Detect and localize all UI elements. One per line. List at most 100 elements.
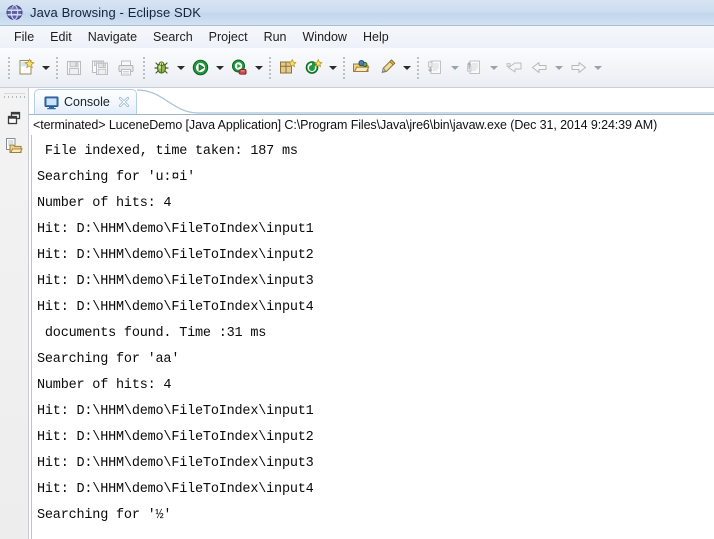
back-dropdown-arrow[interactable]: [552, 55, 565, 81]
close-x-icon: [118, 97, 129, 107]
toolbar-group-file: [61, 55, 139, 81]
search-dropdown-arrow[interactable]: [400, 55, 413, 81]
forward-dropdown-arrow[interactable]: [591, 55, 604, 81]
printer-icon: [118, 60, 134, 75]
console-line: Hit: D:\HHM\demo\FileToIndex\input3: [37, 456, 314, 471]
back-arrow-icon: [531, 62, 546, 73]
restore-view-button[interactable]: [2, 106, 27, 131]
restore-window-icon: [7, 111, 20, 125]
console-line: Hit: D:\HHM\demo\FileToIndex\input4: [37, 482, 314, 497]
window-titlebar: Java Browsing - Eclipse SDK: [0, 0, 714, 26]
console-line: Hit: D:\HHM\demo\FileToIndex\input1: [37, 404, 314, 419]
main-toolbar: [0, 48, 714, 88]
previous-annotation-dropdown-arrow[interactable]: [487, 55, 500, 81]
menu-search[interactable]: Search: [145, 29, 201, 46]
console-line: Hit: D:\HHM\demo\FileToIndex\input4: [37, 300, 314, 315]
console-launch-label: <terminated> LuceneDemo [Java Applicatio…: [33, 118, 658, 132]
tab-console[interactable]: Console: [34, 89, 137, 114]
next-annotation-button[interactable]: [422, 55, 448, 81]
workbench-area: Console <terminated> LuceneDemo [Java Ap…: [0, 88, 714, 539]
console-launch-header: <terminated> LuceneDemo [Java Applicatio…: [29, 114, 714, 135]
open-type-button[interactable]: [348, 55, 374, 81]
eclipse-globe-icon: [6, 4, 23, 21]
save-button[interactable]: [61, 55, 87, 81]
new-java-package-button[interactable]: [274, 55, 300, 81]
console-line: documents found. Time :31 ms: [37, 326, 267, 341]
menu-file[interactable]: File: [6, 29, 42, 46]
toolbar-group-navigation: [422, 55, 604, 81]
forward-button[interactable]: [565, 55, 591, 81]
package-explorer-folder-icon: [6, 137, 23, 153]
new-java-class-dropdown-arrow[interactable]: [326, 55, 339, 81]
external-tools-dropdown-arrow[interactable]: [252, 55, 265, 81]
new-wizard-dropdown-arrow[interactable]: [39, 55, 52, 81]
previous-annotation-button[interactable]: [461, 55, 487, 81]
forward-arrow-icon: [571, 62, 586, 73]
menu-window[interactable]: Window: [295, 29, 355, 46]
save-all-button[interactable]: [87, 55, 113, 81]
run-play-icon: [192, 59, 208, 76]
menu-project[interactable]: Project: [201, 29, 256, 46]
console-line: Searching for 'аа': [37, 352, 180, 367]
view-tab-row: Console: [29, 88, 714, 114]
next-annotation-icon: [427, 60, 441, 74]
run-dropdown-arrow[interactable]: [213, 55, 226, 81]
menu-edit[interactable]: Edit: [42, 29, 80, 46]
menu-help[interactable]: Help: [355, 29, 397, 46]
console-line: Number of hits: 4: [37, 378, 172, 393]
console-line: Hit: D:\HHM\demo\FileToIndex\input3: [37, 274, 314, 289]
tab-console-label: Console: [64, 95, 110, 109]
external-tools-icon: [231, 59, 247, 75]
toolbar-group-java-new: [274, 55, 339, 81]
java-class-icon: [305, 59, 322, 74]
console-line: Searching for 'u:¤i': [37, 170, 196, 185]
console-output-area[interactable]: File indexed, time taken: 187 ms Searchi…: [31, 135, 714, 539]
debug-dropdown-arrow[interactable]: [174, 55, 187, 81]
toolbar-separator: [413, 56, 422, 80]
package-explorer-fastview-button[interactable]: [2, 133, 27, 158]
run-button[interactable]: [187, 55, 213, 81]
toolbar-separator: [52, 56, 61, 80]
next-annotation-dropdown-arrow[interactable]: [448, 55, 461, 81]
window-title: Java Browsing - Eclipse SDK: [30, 5, 202, 20]
last-edit-location-icon: [506, 62, 521, 73]
toolbar-group-new: [13, 55, 52, 81]
toolbar-group-search: [348, 55, 413, 81]
debug-button[interactable]: [148, 55, 174, 81]
previous-annotation-icon: [466, 60, 480, 74]
tab-trailing-curve: [136, 89, 714, 114]
java-package-icon: [279, 59, 296, 74]
toolbar-separator: [139, 56, 148, 80]
back-button[interactable]: [526, 55, 552, 81]
console-view-stack: Console <terminated> LuceneDemo [Java Ap…: [29, 88, 714, 539]
console-line: Number of hits: 4: [37, 196, 172, 211]
console-line-list: File indexed, time taken: 187 ms Searchi…: [32, 135, 714, 529]
menu-navigate[interactable]: Navigate: [80, 29, 145, 46]
save-floppy-icon: [66, 60, 82, 75]
print-button[interactable]: [113, 55, 139, 81]
new-java-class-button[interactable]: [300, 55, 326, 81]
toolbar-separator: [339, 56, 348, 80]
console-monitor-icon: [44, 96, 59, 109]
toolbar-separator: [265, 56, 274, 80]
console-line: File indexed, time taken: 187 ms: [37, 144, 298, 159]
menu-run[interactable]: Run: [256, 29, 295, 46]
save-all-icon: [92, 60, 108, 75]
rail-drag-handle[interactable]: [3, 93, 25, 103]
toolbar-separator: [4, 56, 13, 80]
new-wizard-button[interactable]: [13, 55, 39, 81]
search-pen-icon: [381, 59, 395, 74]
console-line: Searching for '½': [37, 508, 172, 523]
last-edit-location-button[interactable]: [500, 55, 526, 81]
debug-bug-icon: [153, 61, 169, 74]
left-fastview-rail: [0, 88, 29, 539]
console-line: Hit: D:\HHM\demo\FileToIndex\input1: [37, 222, 314, 237]
console-line: Hit: D:\HHM\demo\FileToIndex\input2: [37, 248, 314, 263]
console-line: Hit: D:\HHM\demo\FileToIndex\input2: [37, 430, 314, 445]
close-icon[interactable]: [117, 95, 131, 109]
new-document-icon: [19, 58, 34, 75]
toolbar-group-launch: [148, 55, 265, 81]
open-type-folder-icon: [352, 59, 370, 72]
search-button[interactable]: [374, 55, 400, 81]
run-external-tools-button[interactable]: [226, 55, 252, 81]
